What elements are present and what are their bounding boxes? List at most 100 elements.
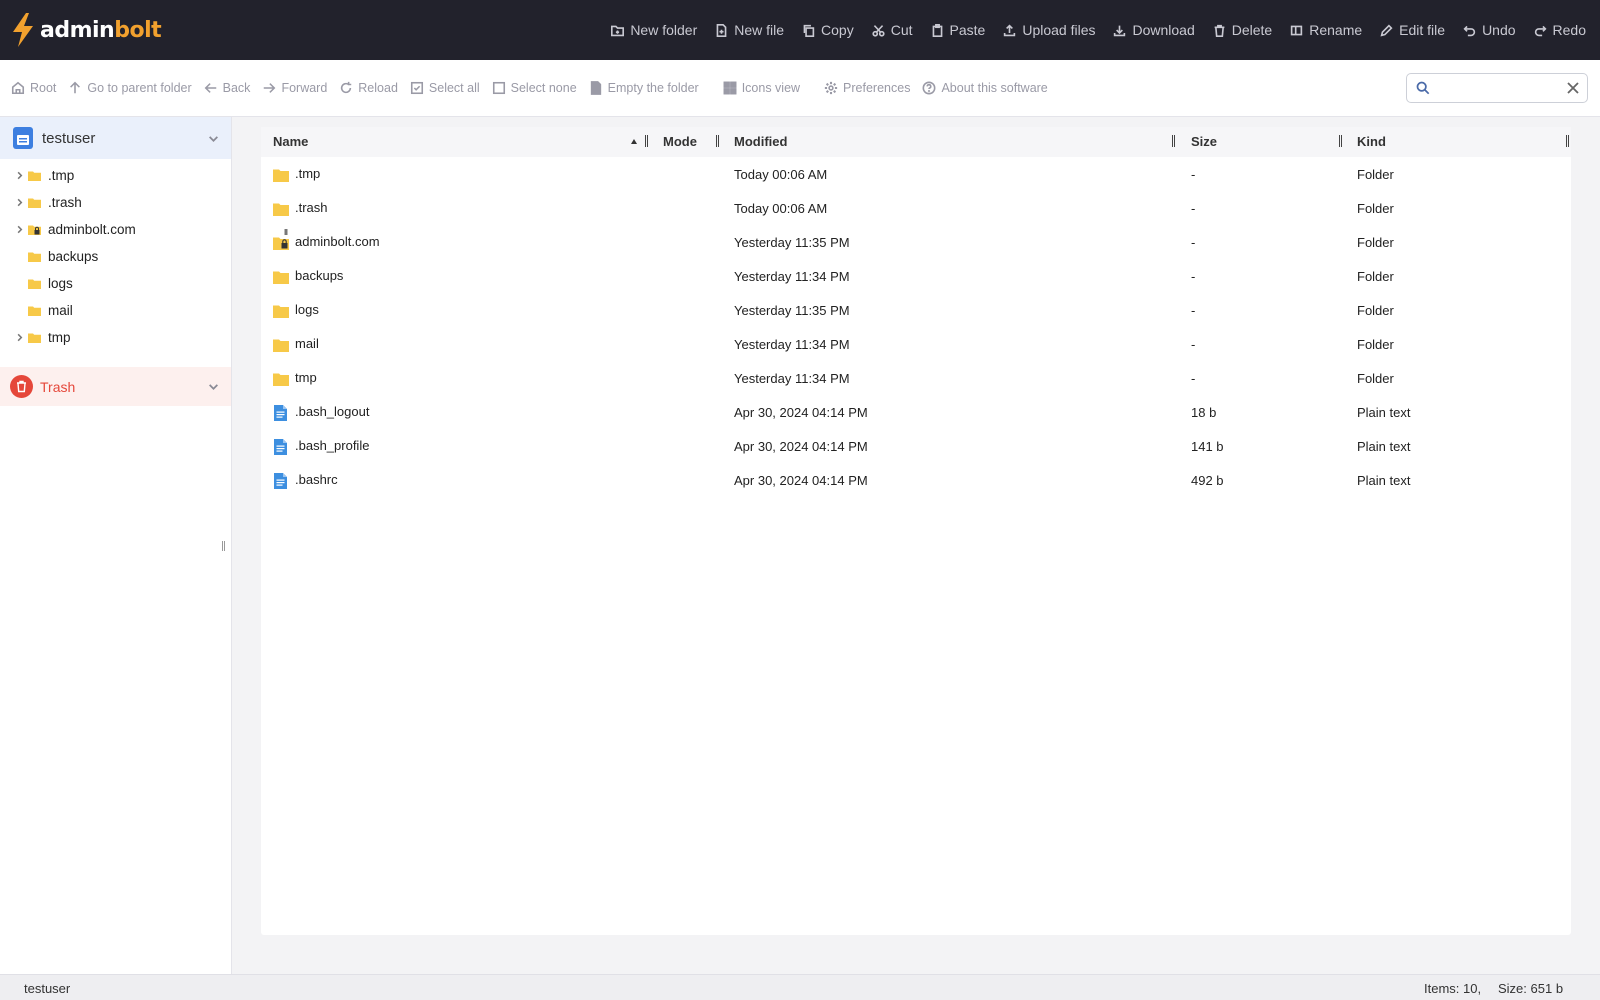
redo-button[interactable]: Redo [1534, 22, 1586, 38]
sidebar-item-tmp-hidden[interactable]: .tmp [0, 162, 231, 189]
column-resize-handle[interactable] [1172, 135, 1175, 147]
folder-icon [273, 305, 289, 318]
new-folder-button[interactable]: New folder [611, 22, 697, 38]
folder-icon [28, 333, 41, 343]
delete-button[interactable]: Delete [1213, 22, 1272, 38]
cut-label: Cut [890, 22, 913, 38]
column-resize-handle[interactable] [716, 135, 719, 147]
preferences-button[interactable]: Preferences [824, 81, 910, 95]
sidebar-item-mail[interactable]: mail [0, 297, 231, 324]
file-modified: Yesterday 11:35 PM [734, 235, 850, 250]
undo-label: Undo [1482, 22, 1516, 38]
app-logo: adminbolt [10, 0, 162, 60]
text-file-icon [274, 473, 287, 489]
sidebar-item-tmp[interactable]: tmp [0, 324, 231, 351]
select-all-button[interactable]: Select all [410, 81, 480, 95]
search-input[interactable] [1436, 75, 1567, 101]
chevron-down-icon[interactable] [208, 133, 219, 144]
folder-icon [28, 198, 41, 208]
sidebar-user-volume[interactable]: testuser [0, 117, 231, 159]
sidebar-item-label: .tmp [48, 168, 75, 183]
file-size: - [1191, 303, 1196, 318]
sidebar-item-trash-hidden[interactable]: .trash [0, 189, 231, 216]
table-row[interactable]: logs Yesterday 11:35 PM - Folder [261, 294, 1571, 328]
column-header-kind[interactable]: Kind [1357, 127, 1386, 157]
undo-icon [1463, 25, 1476, 36]
sidebar-trash[interactable]: Trash [0, 367, 231, 406]
checkbox-checked-icon [410, 81, 423, 95]
close-icon[interactable] [1567, 82, 1579, 94]
column-header-modified[interactable]: Modified [734, 127, 787, 157]
chevron-right-icon[interactable] [15, 198, 24, 207]
table-row[interactable]: .bash_logout Apr 30, 2024 04:14 PM 18 b … [261, 396, 1571, 430]
table-row[interactable]: adminbolt.com Yesterday 11:35 PM - Folde… [261, 226, 1571, 260]
select-none-button[interactable]: Select none [492, 81, 577, 95]
upload-files-button[interactable]: Upload files [1003, 22, 1095, 38]
icons-view-button[interactable]: Icons view [723, 81, 800, 95]
empty-folder-label: Empty the folder [607, 81, 699, 95]
sidebar-item-label: logs [48, 276, 73, 291]
table-row[interactable]: .bashrc Apr 30, 2024 04:14 PM 492 b Plai… [261, 464, 1571, 498]
file-name: .tmp [295, 166, 321, 181]
column-header-name[interactable]: Name [273, 127, 308, 157]
new-file-label: New file [734, 22, 785, 38]
sidebar-item-label: adminbolt.com [48, 222, 136, 237]
grid-icon [723, 81, 737, 95]
chevron-right-icon[interactable] [15, 225, 24, 234]
new-file-button[interactable]: New file [715, 22, 784, 38]
copy-icon [803, 24, 815, 37]
file-kind: Folder [1357, 371, 1394, 386]
sidebar-item-backups[interactable]: backups [0, 243, 231, 270]
folder-icon [28, 279, 41, 289]
back-label: Back [222, 81, 251, 95]
file-modified: Apr 30, 2024 04:14 PM [734, 473, 868, 488]
table-row[interactable]: backups Yesterday 11:34 PM - Folder [261, 260, 1571, 294]
table-row[interactable]: mail Yesterday 11:34 PM - Folder [261, 328, 1571, 362]
table-row[interactable]: .tmp Today 00:06 AM - Folder [261, 158, 1571, 192]
file-kind: Plain text [1357, 439, 1411, 454]
parent-folder-button[interactable]: Go to parent folder [68, 81, 192, 95]
empty-folder-button[interactable]: Empty the folder [589, 81, 699, 95]
trash-icon [1214, 24, 1225, 37]
back-button[interactable]: Back [204, 81, 251, 95]
forward-label: Forward [281, 81, 328, 95]
sidebar-resize-handle[interactable] [222, 541, 225, 551]
paste-button[interactable]: Paste [931, 22, 985, 38]
file-size: 18 b [1191, 405, 1217, 420]
file-name: adminbolt.com [295, 234, 380, 249]
status-bar: testuser Items: 10, Size: 651 b [0, 974, 1600, 1000]
cut-button[interactable]: Cut [872, 22, 913, 38]
about-button[interactable]: About this software [922, 81, 1048, 95]
upload-files-label: Upload files [1022, 22, 1096, 38]
column-resize-handle[interactable] [1566, 135, 1569, 147]
column-header-size[interactable]: Size [1191, 127, 1217, 157]
file-size: 141 b [1191, 439, 1224, 454]
chevron-down-icon[interactable] [208, 381, 219, 392]
table-row[interactable]: .bash_profile Apr 30, 2024 04:14 PM 141 … [261, 430, 1571, 464]
file-modified: Apr 30, 2024 04:14 PM [734, 439, 868, 454]
chevron-right-icon[interactable] [15, 333, 24, 342]
sidebar-item-label: backups [48, 249, 99, 264]
sidebar-item-adminbolt[interactable]: adminbolt.com [0, 216, 231, 243]
edit-file-label: Edit file [1399, 22, 1446, 38]
table-row[interactable]: .trash Today 00:06 AM - Folder [261, 192, 1571, 226]
file-modified: Today 00:06 AM [734, 201, 828, 216]
table-row[interactable]: tmp Yesterday 11:34 PM - Folder [261, 362, 1571, 396]
undo-button[interactable]: Undo [1463, 22, 1516, 38]
column-resize-handle[interactable] [645, 135, 648, 147]
help-circle-icon [922, 81, 936, 95]
root-button[interactable]: Root [11, 81, 56, 95]
sidebar-item-logs[interactable]: logs [0, 270, 231, 297]
folder-icon [28, 171, 41, 181]
column-resize-handle[interactable] [1339, 135, 1342, 147]
arrow-right-icon [264, 83, 276, 93]
forward-button[interactable]: Forward [262, 81, 327, 95]
column-header-mode[interactable]: Mode [663, 127, 697, 157]
rename-button[interactable]: Rename [1290, 22, 1362, 38]
reload-button[interactable]: Reload [339, 81, 398, 95]
file-kind: Plain text [1357, 405, 1411, 420]
edit-file-button[interactable]: Edit file [1380, 22, 1445, 38]
copy-button[interactable]: Copy [802, 22, 854, 38]
download-button[interactable]: Download [1113, 22, 1195, 38]
chevron-right-icon[interactable] [15, 171, 24, 180]
